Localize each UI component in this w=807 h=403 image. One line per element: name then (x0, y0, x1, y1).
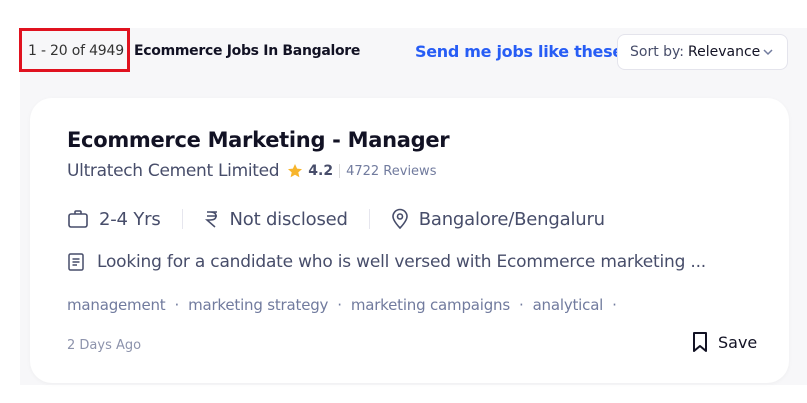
description-text: Looking for a candidate who is well vers… (97, 252, 706, 272)
highlight-box (19, 28, 130, 72)
reviews-link[interactable]: 4722 Reviews (346, 164, 436, 179)
posted-date: 2 Days Ago (67, 338, 142, 353)
divider (339, 164, 341, 178)
skill-tags: management · marketing strategy · market… (67, 296, 626, 314)
briefcase-icon (68, 210, 88, 228)
bookmark-icon (693, 332, 707, 352)
skill-tag[interactable]: management (67, 296, 166, 314)
separator-dot: · (612, 296, 617, 314)
separator-dot: · (337, 296, 342, 314)
experience: 2-4 Yrs (67, 209, 161, 230)
sort-value: Relevance (688, 44, 761, 60)
chevron-down-icon (763, 49, 773, 56)
sort-label: Sort by: (630, 44, 685, 60)
document-icon (68, 253, 84, 271)
experience-text: 2-4 Yrs (99, 208, 161, 230)
divider (368, 209, 370, 229)
skill-tag[interactable]: analytical (533, 296, 604, 314)
save-label: Save (718, 332, 758, 352)
salary-text: Not disclosed (229, 208, 348, 230)
job-meta-row: 2-4 Yrs Not disclosed Bangalore/Bengalur… (67, 208, 605, 230)
save-button[interactable]: Save (692, 331, 757, 353)
sort-dropdown[interactable]: Sort by: Relevance (617, 34, 788, 70)
company-name[interactable]: Ultratech Cement Limited (67, 161, 280, 181)
location-pin-icon (391, 208, 408, 230)
divider (181, 209, 183, 229)
rupee-icon (204, 211, 217, 228)
skill-tag[interactable]: marketing campaigns (351, 296, 510, 314)
results-title: Ecommerce Jobs In Bangalore (134, 43, 361, 59)
separator-dot: · (174, 296, 180, 314)
job-title[interactable]: Ecommerce Marketing - Manager (67, 128, 450, 152)
job-card[interactable]: Ecommerce Marketing - Manager Ultratech … (30, 98, 789, 383)
send-jobs-like-these-link[interactable]: Send me jobs like these (415, 42, 623, 61)
star-icon (288, 164, 303, 178)
skill-tag[interactable]: marketing strategy (188, 296, 328, 314)
company-rating: 4.2 (308, 163, 334, 179)
location: Bangalore/Bengaluru (391, 208, 605, 230)
location-text: Bangalore/Bengaluru (418, 208, 605, 230)
job-description: Looking for a candidate who is well vers… (67, 252, 706, 272)
company-row: Ultratech Cement Limited 4.2 4722 Review… (67, 161, 436, 181)
separator-dot: · (518, 296, 524, 314)
salary: Not disclosed (204, 209, 348, 230)
